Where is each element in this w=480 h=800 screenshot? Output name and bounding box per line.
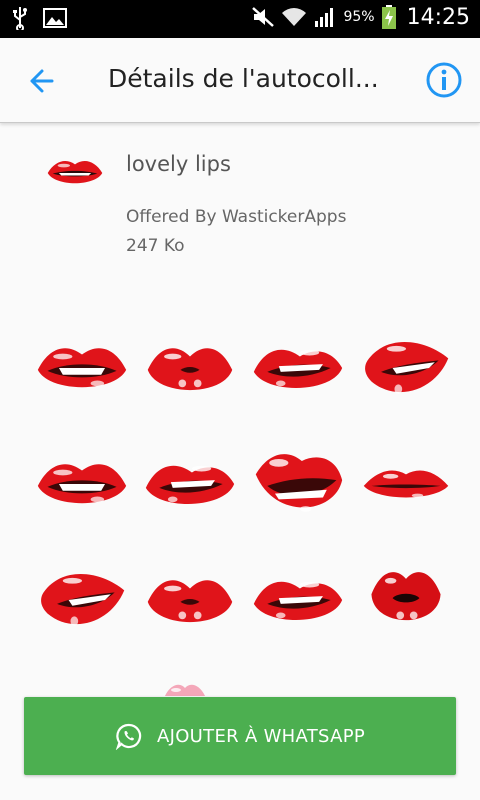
sticker-10[interactable]	[136, 542, 244, 658]
clock: 14:25	[406, 4, 470, 30]
pack-publisher: Offered By WastickerApps	[126, 207, 347, 227]
lips-sticker-image	[253, 581, 343, 620]
lips-sticker-image	[255, 454, 343, 512]
wifi-icon	[282, 8, 307, 26]
back-button[interactable]	[22, 64, 62, 98]
lips-sticker-image	[147, 580, 233, 623]
info-icon	[426, 62, 462, 98]
sticker-1[interactable]	[28, 310, 136, 426]
lips-sticker-image	[145, 465, 235, 504]
pack-size: 247 Ko	[126, 236, 185, 256]
sticker-7[interactable]	[244, 426, 352, 542]
battery-percent: 95%	[343, 9, 375, 25]
pack-tray-icon	[44, 150, 106, 196]
lips-sticker-image	[37, 464, 127, 504]
sticker-4[interactable]	[352, 310, 460, 426]
sticker-6[interactable]	[136, 426, 244, 542]
sticker-5[interactable]	[28, 426, 136, 542]
sticker-grid	[28, 310, 460, 658]
signal-icon	[315, 8, 334, 27]
sticker-12[interactable]	[352, 542, 460, 658]
whatsapp-icon	[115, 723, 142, 750]
lips-sticker-image	[37, 348, 127, 388]
add-to-whatsapp-label: AJOUTER À WHATSAPP	[156, 725, 366, 747]
info-button[interactable]	[424, 60, 464, 100]
battery-icon	[381, 5, 396, 29]
lips-sticker-image	[147, 348, 233, 391]
add-to-whatsapp-button[interactable]: AJOUTER À WHATSAPP	[24, 697, 456, 775]
pack-name: lovely lips	[126, 152, 231, 176]
lips-sticker-image	[253, 349, 343, 388]
lips-sticker-image	[41, 574, 125, 626]
arrow-back-icon	[30, 69, 54, 93]
sticker-partial	[160, 678, 210, 696]
image-icon	[43, 8, 67, 28]
lips-sticker-image	[371, 572, 441, 621]
lips-sticker-image	[365, 342, 449, 394]
sticker-3[interactable]	[244, 310, 352, 426]
sticker-2[interactable]	[136, 310, 244, 426]
status-bar: 95% 14:25	[0, 0, 480, 38]
sticker-11[interactable]	[244, 542, 352, 658]
usb-icon	[13, 7, 27, 30]
page-title: Détails de l'autocoll...	[108, 64, 379, 93]
sticker-8[interactable]	[352, 426, 460, 542]
lips-sticker-image	[363, 470, 449, 498]
sticker-9[interactable]	[28, 542, 136, 658]
app-bar: Détails de l'autocoll...	[0, 38, 480, 123]
mute-icon	[252, 7, 275, 27]
